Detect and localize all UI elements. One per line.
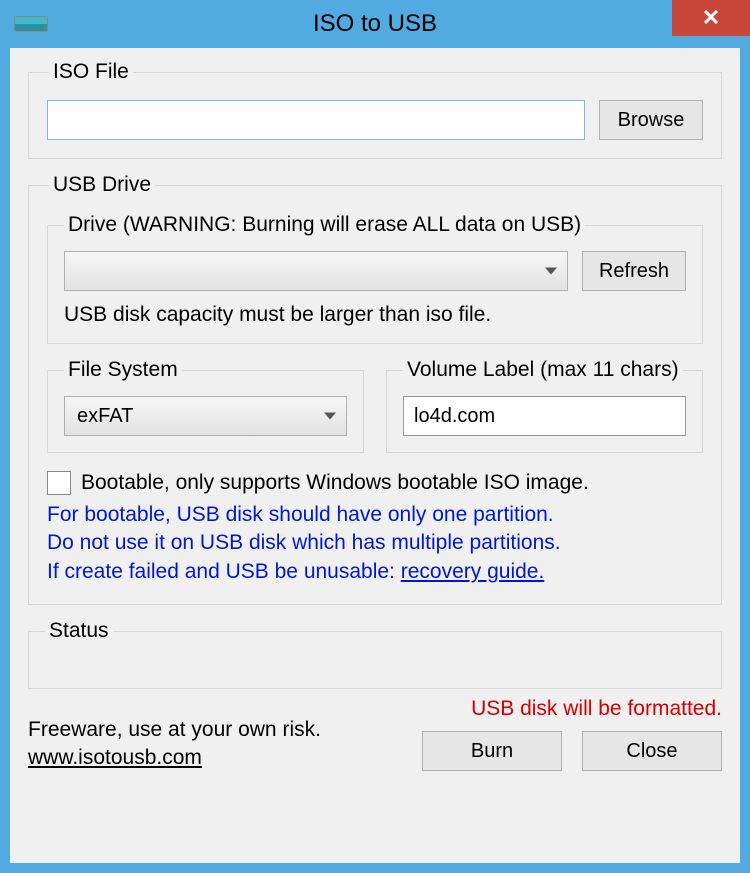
- status-group: Status: [28, 619, 722, 689]
- titlebar[interactable]: ISO to USB ✕: [0, 0, 750, 48]
- window-title: ISO to USB: [0, 10, 750, 38]
- volume-label-legend: Volume Label (max 11 chars): [403, 358, 683, 382]
- bootable-hint: For bootable, USB disk should have only …: [47, 501, 703, 586]
- refresh-button[interactable]: Refresh: [582, 251, 686, 291]
- close-button[interactable]: Close: [582, 731, 722, 771]
- drive-legend: Drive (WARNING: Burning will erase ALL d…: [64, 213, 585, 237]
- bootable-checkbox[interactable]: [47, 471, 71, 495]
- footer-left: Freeware, use at your own risk. www.isot…: [28, 716, 321, 771]
- window-close-button[interactable]: ✕: [672, 0, 750, 36]
- app-window: ISO to USB ✕ ISO File Browse USB Drive D…: [0, 0, 750, 873]
- file-system-combo[interactable]: exFAT: [64, 396, 347, 436]
- usb-drive-legend: USB Drive: [49, 173, 155, 197]
- file-system-selected: exFAT: [77, 405, 133, 428]
- footer: Freeware, use at your own risk. www.isot…: [28, 697, 722, 771]
- recovery-guide-link[interactable]: recovery guide.: [401, 560, 545, 583]
- iso-file-group: ISO File Browse: [28, 60, 722, 159]
- volume-label-group: Volume Label (max 11 chars): [386, 358, 703, 453]
- capacity-note: USB disk capacity must be larger than is…: [64, 303, 686, 327]
- browse-button[interactable]: Browse: [599, 100, 703, 140]
- volume-label-input[interactable]: [403, 396, 686, 436]
- hint-line-3: If create failed and USB be unusable: re…: [47, 558, 703, 586]
- chevron-down-icon: [545, 268, 557, 275]
- site-link[interactable]: www.isotousb.com: [28, 746, 202, 769]
- hint-line-2: Do not use it on USB disk which has mult…: [47, 529, 703, 557]
- drive-combo[interactable]: [64, 251, 568, 291]
- close-icon: ✕: [702, 5, 720, 31]
- iso-file-input[interactable]: [47, 100, 585, 140]
- iso-file-legend: ISO File: [49, 60, 133, 84]
- drive-group: Drive (WARNING: Burning will erase ALL d…: [47, 213, 703, 344]
- status-legend: Status: [45, 619, 113, 643]
- bootable-label: Bootable, only supports Windows bootable…: [81, 471, 589, 495]
- format-warning: USB disk will be formatted.: [422, 697, 722, 721]
- file-system-legend: File System: [64, 358, 182, 382]
- burn-button[interactable]: Burn: [422, 731, 562, 771]
- freeware-text: Freeware, use at your own risk.: [28, 716, 321, 743]
- chevron-down-icon: [324, 413, 336, 420]
- hint-line-1: For bootable, USB disk should have only …: [47, 501, 703, 529]
- usb-drive-group: USB Drive Drive (WARNING: Burning will e…: [28, 173, 722, 605]
- client-area: ISO File Browse USB Drive Drive (WARNING…: [10, 48, 740, 863]
- file-system-group: File System exFAT: [47, 358, 364, 453]
